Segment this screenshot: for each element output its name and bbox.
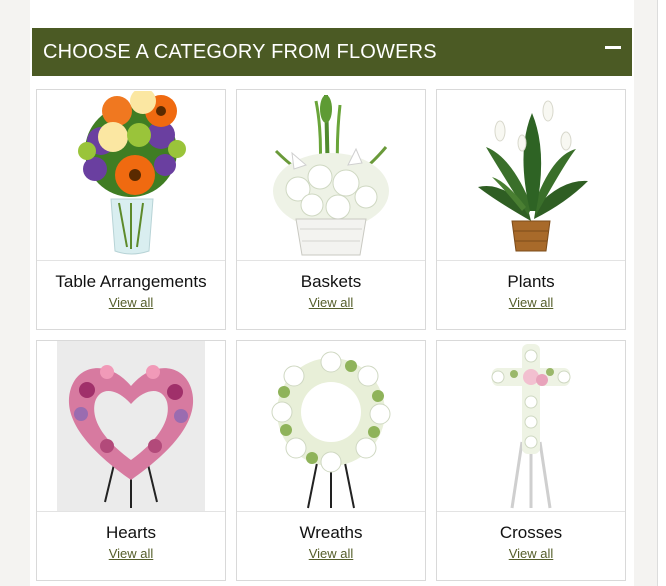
page-edge-strip — [657, 0, 666, 586]
category-card-hearts[interactable]: Hearts View all — [36, 340, 226, 581]
view-all-link[interactable]: View all — [237, 546, 425, 561]
view-all-link[interactable]: View all — [437, 295, 625, 310]
category-name: Wreaths — [299, 523, 363, 542]
category-panel: CHOOSE A CATEGORY FROM FLOWERS Table Arr… — [30, 0, 634, 586]
category-card-table-arrangements[interactable]: Table Arrangements View all — [36, 89, 226, 330]
floral-heart-icon[interactable] — [37, 341, 225, 512]
category-card-baskets[interactable]: Baskets View all — [236, 89, 426, 330]
category-name: Crosses — [499, 523, 563, 542]
category-name: Hearts — [105, 523, 157, 542]
category-name: Plants — [507, 272, 555, 291]
view-all-link[interactable]: View all — [437, 546, 625, 561]
floral-cross-icon[interactable] — [437, 341, 625, 512]
panel-title: CHOOSE A CATEGORY FROM FLOWERS — [43, 40, 437, 63]
peace-lily-plant-icon[interactable] — [437, 90, 625, 261]
view-all-link[interactable]: View all — [37, 295, 225, 310]
minus-icon — [605, 45, 621, 49]
white-basket-icon[interactable] — [237, 90, 425, 261]
category-card-wreaths[interactable]: Wreaths View all — [236, 340, 426, 581]
view-all-link[interactable]: View all — [37, 546, 225, 561]
view-all-link[interactable]: View all — [237, 295, 425, 310]
panel-header: CHOOSE A CATEGORY FROM FLOWERS — [32, 28, 632, 76]
category-name: Baskets — [300, 272, 362, 291]
vase-bouquet-icon[interactable] — [37, 90, 225, 261]
category-name: Table Arrangements — [55, 272, 207, 291]
floral-wreath-icon[interactable] — [237, 341, 425, 512]
category-card-crosses[interactable]: Crosses View all — [436, 340, 626, 581]
collapse-button[interactable] — [604, 38, 622, 56]
category-card-plants[interactable]: Plants View all — [436, 89, 626, 330]
